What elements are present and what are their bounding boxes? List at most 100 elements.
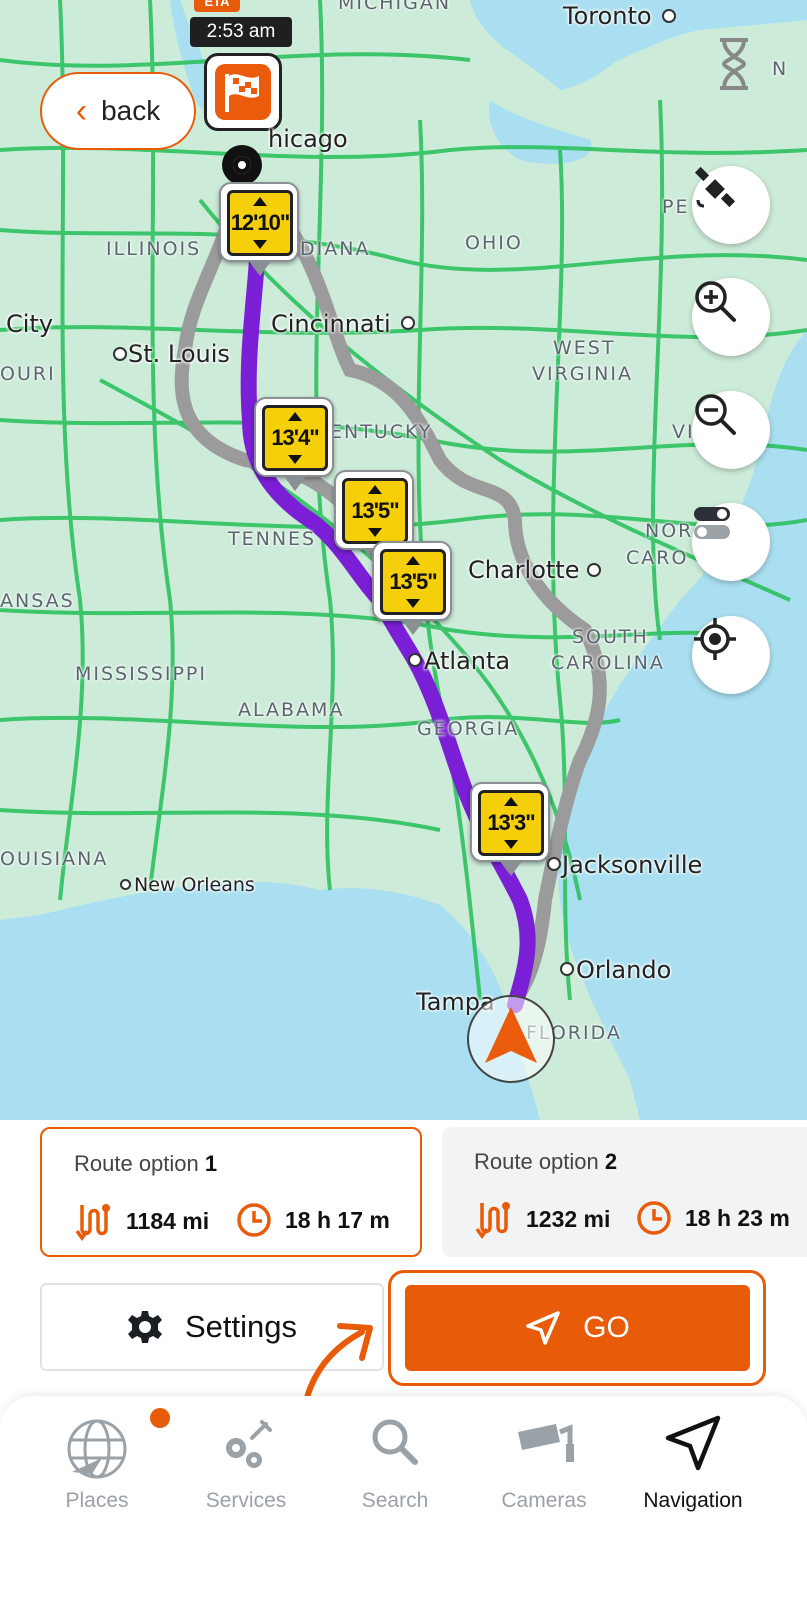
map-view[interactable]: ETA 2:53 am ‹ back Toronto hicago Cincin… bbox=[0, 0, 807, 1120]
nav-label: Services bbox=[205, 1489, 287, 1512]
clock-icon bbox=[237, 1203, 271, 1237]
clearance-height: 13'4" bbox=[271, 425, 319, 450]
hourglass-icon bbox=[720, 38, 748, 90]
clearance-height: 13'3" bbox=[487, 810, 535, 835]
gears-icon bbox=[226, 1420, 272, 1468]
send-arrow-icon bbox=[526, 1311, 560, 1345]
state-label: N bbox=[772, 58, 789, 80]
route-option-card[interactable]: Route option 2 1232 mi 18 h 23 m bbox=[442, 1127, 807, 1257]
navigation-arrow-icon bbox=[665, 1415, 721, 1471]
satellite-button[interactable] bbox=[692, 166, 770, 244]
city-dot bbox=[560, 962, 574, 976]
state-label: CAROLINA bbox=[551, 652, 665, 674]
city-label: St. Louis bbox=[128, 340, 230, 368]
nav-item-places[interactable]: Places bbox=[17, 1396, 177, 1536]
go-label: GO bbox=[583, 1311, 630, 1344]
city-label: Toronto bbox=[563, 2, 652, 30]
state-label: OHIO bbox=[465, 232, 523, 254]
nav-label: Places bbox=[65, 1489, 129, 1512]
navigation-arrow-icon bbox=[485, 1007, 537, 1063]
nav-label: Search bbox=[361, 1489, 429, 1512]
city-label: hicago bbox=[268, 125, 348, 153]
state-label: PE bbox=[662, 196, 690, 218]
clearance-height: 12'10" bbox=[230, 210, 291, 235]
state-label: MICHIGAN bbox=[338, 0, 452, 14]
state-label: TENNES bbox=[228, 528, 317, 550]
state-label: OUISIANA bbox=[0, 848, 109, 870]
route-duration: 18 h 17 m bbox=[235, 1201, 390, 1239]
layers-toggle-button[interactable] bbox=[692, 503, 770, 581]
eta-time: 2:53 am bbox=[190, 17, 292, 47]
city-label: Atlanta bbox=[424, 647, 511, 675]
state-label: WEST bbox=[553, 337, 616, 359]
route-option-title: Route option 1 bbox=[74, 1151, 218, 1176]
clearance-height: 13'5" bbox=[389, 569, 437, 594]
nav-item-navigation[interactable]: Navigation bbox=[613, 1396, 773, 1536]
route-distance-icon bbox=[75, 1204, 110, 1241]
city-dot bbox=[547, 857, 561, 871]
state-label: ANSAS bbox=[0, 590, 75, 612]
nav-item-services[interactable]: Services bbox=[166, 1396, 326, 1536]
state-label: ENTUCKY bbox=[330, 421, 433, 443]
clearance-marker[interactable]: 13'5" bbox=[372, 541, 452, 635]
back-button[interactable]: ‹ back bbox=[40, 72, 196, 150]
destination-pin bbox=[222, 145, 262, 185]
clock-icon bbox=[637, 1201, 671, 1235]
current-location-marker bbox=[467, 995, 555, 1083]
city-label: Charlotte bbox=[468, 556, 580, 584]
clearance-marker[interactable]: 13'5" bbox=[334, 470, 414, 564]
city-label: Orlando bbox=[576, 956, 672, 984]
satellite-icon bbox=[694, 166, 736, 208]
state-label: DIANA bbox=[300, 238, 371, 260]
state-label: ALABAMA bbox=[238, 699, 345, 721]
route-distance-icon bbox=[475, 1202, 510, 1239]
clearance-marker[interactable]: 13'3" bbox=[470, 782, 550, 876]
search-icon bbox=[372, 1419, 418, 1465]
state-label: VIRGINIA bbox=[532, 363, 633, 385]
go-button[interactable]: GO bbox=[405, 1285, 750, 1371]
settings-label: Settings bbox=[184, 1309, 297, 1344]
city-dot bbox=[120, 879, 131, 890]
locate-button[interactable] bbox=[692, 616, 770, 694]
checkered-flag-icon bbox=[225, 74, 259, 112]
city-dot bbox=[662, 9, 676, 23]
eta-tag: ETA bbox=[194, 0, 240, 12]
layers-toggle-icon bbox=[694, 507, 730, 539]
camera-icon bbox=[518, 1424, 574, 1462]
zoom-out-button[interactable] bbox=[692, 391, 770, 469]
city-label: Jacksonville bbox=[562, 851, 703, 879]
city-label: New Orleans bbox=[134, 874, 255, 896]
city-label: City bbox=[6, 310, 54, 338]
nav-item-search[interactable]: Search bbox=[315, 1396, 475, 1536]
clearance-marker[interactable]: 13'4" bbox=[254, 397, 334, 491]
back-label: back bbox=[101, 95, 161, 126]
state-label: OURI bbox=[0, 363, 56, 385]
nav-label: Cameras bbox=[501, 1489, 587, 1512]
route-distance: 1184 mi bbox=[74, 1201, 209, 1241]
state-label: CARO bbox=[626, 547, 689, 569]
bottom-navigation: Places Services Search Cameras Navigatio… bbox=[0, 1396, 807, 1600]
city-dot bbox=[587, 563, 601, 577]
city-dot bbox=[408, 653, 422, 667]
state-label: ILLINOIS bbox=[106, 238, 202, 260]
nav-item-cameras[interactable]: Cameras bbox=[464, 1396, 624, 1536]
clearance-marker[interactable]: 12'10" bbox=[219, 182, 299, 276]
chevron-left-icon: ‹ bbox=[75, 92, 88, 130]
zoom-in-icon bbox=[695, 281, 736, 322]
state-label: SOUTH bbox=[572, 626, 649, 648]
locate-icon bbox=[694, 618, 736, 660]
city-label: Cincinnati bbox=[271, 310, 391, 338]
zoom-in-button[interactable] bbox=[692, 278, 770, 356]
destination-flag-marker[interactable] bbox=[204, 53, 282, 131]
route-option-title: Route option 2 bbox=[474, 1149, 618, 1174]
state-label: GEORGIA bbox=[417, 718, 520, 740]
clearance-height: 13'5" bbox=[351, 498, 399, 523]
route-duration: 18 h 23 m bbox=[635, 1199, 790, 1237]
state-label: NOR bbox=[645, 520, 694, 542]
zoom-out-icon bbox=[695, 394, 736, 435]
route-distance: 1232 mi bbox=[474, 1199, 610, 1239]
route-option-card[interactable]: Route option 1 1184 mi 18 h 17 m bbox=[40, 1127, 422, 1257]
globe-plane-icon bbox=[67, 1419, 127, 1479]
state-label: MISSISSIPPI bbox=[75, 663, 207, 685]
nav-label: Navigation bbox=[643, 1489, 743, 1512]
